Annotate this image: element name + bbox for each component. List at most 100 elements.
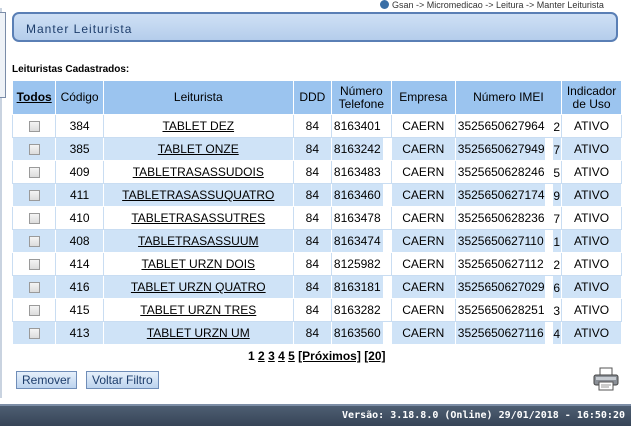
cell-ddd: 84 <box>292 160 332 184</box>
cell-empresa: CAERN <box>390 206 456 230</box>
leiturista-link[interactable]: TABLET DEZ <box>162 119 234 133</box>
leiturista-link[interactable]: TABLETRASASSUQUATRO <box>122 188 274 202</box>
cell-codigo: 408 <box>55 229 104 253</box>
cell-leiturista: TABLET DEZ <box>102 114 294 138</box>
leiturista-link[interactable]: TABLET URZN DOIS <box>141 257 255 271</box>
row-checkbox[interactable] <box>28 282 40 294</box>
version-footer: Versão: 3.18.8.0 (Online) 29/01/2018 - 1… <box>0 404 631 426</box>
page-link[interactable]: 4 <box>278 349 285 363</box>
cell-ddd: 84 <box>292 298 332 322</box>
cell-indicador: ATIVO <box>561 160 622 184</box>
leiturista-link[interactable]: TABLET URZN TRES <box>140 303 256 317</box>
breadcrumb: Gsan -> Micromedicao -> Leitura -> Mante… <box>380 0 631 10</box>
cell-leiturista: TABLET ONZE <box>102 137 294 161</box>
row-checkbox-cell <box>11 183 57 207</box>
cell-codigo: 384 <box>55 114 104 138</box>
cell-empresa: CAERN <box>390 160 456 184</box>
cell-indicador: ATIVO <box>561 183 622 207</box>
select-all-link[interactable]: Todos <box>11 80 57 115</box>
cell-imei: 3525650628236 7 <box>454 206 563 230</box>
cell-leiturista: TABLET URZN TRES <box>102 298 294 322</box>
next-pages-link[interactable]: [Próximos] <box>298 349 361 363</box>
row-checkbox-cell <box>11 114 57 138</box>
cell-codigo: 385 <box>55 137 104 161</box>
cell-indicador: ATIVO <box>561 275 622 299</box>
version-text: Versão: 3.18.8.0 (Online) 29/01/2018 - 1… <box>342 410 625 421</box>
row-checkbox[interactable] <box>28 259 40 271</box>
last-page-link[interactable]: [20] <box>364 349 385 363</box>
cell-indicador: ATIVO <box>561 137 622 161</box>
cell-indicador: ATIVO <box>561 229 622 253</box>
cell-ddd: 84 <box>292 321 332 345</box>
cell-empresa: CAERN <box>390 252 456 276</box>
page-link[interactable]: 5 <box>288 349 295 363</box>
row-checkbox-cell <box>11 206 57 230</box>
leiturista-link[interactable]: TABLET URZN QUATRO <box>131 280 266 294</box>
row-checkbox-cell <box>11 321 57 345</box>
cell-imei: 3525650627110 1 <box>454 229 563 253</box>
leiturista-link[interactable]: TABLET ONZE <box>158 142 239 156</box>
page-link[interactable]: 3 <box>268 349 275 363</box>
breadcrumb-text: Gsan -> Micromedicao -> Leitura -> Mante… <box>392 0 604 10</box>
cell-codigo: 414 <box>55 252 104 276</box>
cell-telefone: 8163474 <box>330 229 392 253</box>
page-link[interactable]: 2 <box>258 349 265 363</box>
row-checkbox[interactable] <box>28 305 40 317</box>
cell-telefone: 8163242 <box>330 137 392 161</box>
row-checkbox-cell <box>11 137 57 161</box>
cell-imei: 3525650628246 5 <box>454 160 563 184</box>
row-checkbox[interactable] <box>28 190 40 202</box>
cell-indicador: ATIVO <box>561 321 622 345</box>
cell-codigo: 415 <box>55 298 104 322</box>
cell-ddd: 84 <box>292 229 332 253</box>
row-checkbox[interactable] <box>28 167 40 179</box>
row-checkbox[interactable] <box>28 144 40 156</box>
row-checkbox-cell <box>11 275 57 299</box>
column-header-empresa: Empresa <box>390 80 456 115</box>
column-header-telefone: Número Telefone <box>330 80 392 115</box>
row-checkbox-cell <box>11 229 57 253</box>
cell-telefone: 8163282 <box>330 298 392 322</box>
cell-leiturista: TABLET URZN UM <box>102 321 294 345</box>
printer-icon[interactable] <box>592 367 620 391</box>
cell-imei: 3525650627949 7 <box>454 137 563 161</box>
cell-empresa: CAERN <box>390 321 456 345</box>
cell-empresa: CAERN <box>390 137 456 161</box>
table-header-row: Todos Código Leiturista DDD Número Telef… <box>11 80 622 115</box>
row-checkbox[interactable] <box>28 328 40 340</box>
pagination: 1 2 3 4 5 [Próximos] [20] <box>248 349 386 363</box>
cell-indicador: ATIVO <box>561 252 622 276</box>
cell-leiturista: TABLETRASASSUTRES <box>102 206 294 230</box>
cell-empresa: CAERN <box>390 229 456 253</box>
row-checkbox[interactable] <box>28 236 40 248</box>
row-checkbox[interactable] <box>28 213 40 225</box>
cell-telefone: 8125982 <box>330 252 392 276</box>
cell-ddd: 84 <box>292 252 332 276</box>
cell-leiturista: TABLETRASASSUQUATRO <box>102 183 294 207</box>
leiturista-link[interactable]: TABLETRASASSUUM <box>138 234 258 248</box>
cell-ddd: 84 <box>292 183 332 207</box>
remover-button[interactable]: Remover <box>16 371 77 389</box>
column-header-indicador: Indicador de Uso <box>561 80 622 115</box>
table-row: 385 TABLET ONZE 84 8163242 CAERN 352565062794… <box>11 137 622 161</box>
page-title-box: Manter Leiturista <box>12 12 618 42</box>
leiturista-link[interactable]: TABLETRASASSUDOIS <box>133 165 264 179</box>
table-row: 414 TABLET URZN DOIS 84 8125982 CAERN 3525650… <box>11 252 622 276</box>
row-checkbox-cell <box>11 160 57 184</box>
cell-codigo: 409 <box>55 160 104 184</box>
leiturista-link[interactable]: TABLETRASASSUTRES <box>131 211 265 225</box>
cell-imei: 3525650627112 2 <box>454 252 563 276</box>
cell-empresa: CAERN <box>390 275 456 299</box>
cell-telefone: 8163401 <box>330 114 392 138</box>
table-row: 413 TABLET URZN UM 84 8163560 CAERN 352565062… <box>11 321 622 345</box>
page-title: Manter Leiturista <box>26 22 133 36</box>
voltar-filtro-button[interactable]: Voltar Filtro <box>86 371 159 389</box>
cell-codigo: 410 <box>55 206 104 230</box>
cell-telefone: 8163181 <box>330 275 392 299</box>
row-checkbox[interactable] <box>28 121 40 133</box>
table-row: 408 TABLETRASASSUUM 84 8163474 CAERN 35256506… <box>11 229 622 253</box>
cell-codigo: 413 <box>55 321 104 345</box>
cell-indicador: ATIVO <box>561 206 622 230</box>
table-row: 410 TABLETRASASSUTRES 84 8163478 CAERN 352565… <box>11 206 622 230</box>
leiturista-link[interactable]: TABLET URZN UM <box>147 326 250 340</box>
